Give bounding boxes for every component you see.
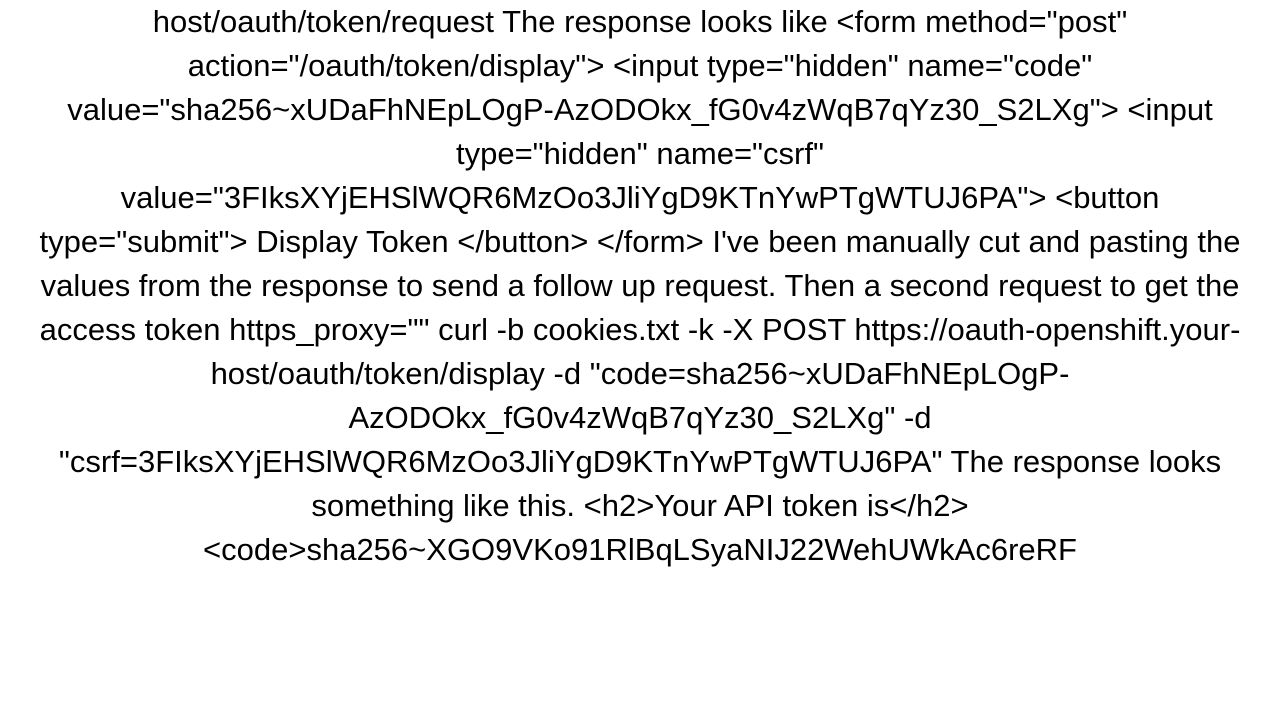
document-body: host/oauth/token/request The response lo…: [0, 0, 1280, 572]
body-text: host/oauth/token/request The response lo…: [40, 4, 1241, 567]
